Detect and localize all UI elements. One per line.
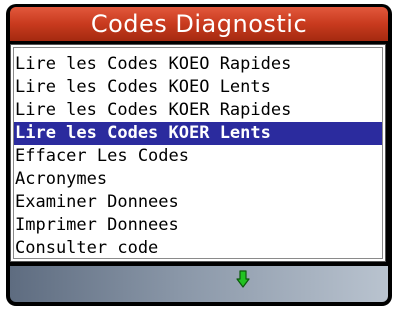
menu-item-koer-lents[interactable]: Lire les Codes KOER Lents: [14, 122, 382, 145]
menu-panel: Lire les Codes KOEO Rapides Lire les Cod…: [10, 44, 386, 262]
menu-item-imprimer-donnees[interactable]: Imprimer Donnees: [14, 214, 382, 237]
page-title: Codes Diagnostic: [10, 7, 388, 41]
menu-item-koeo-rapides[interactable]: Lire les Codes KOEO Rapides: [14, 53, 382, 76]
menu-item-acronymes[interactable]: Acronymes: [14, 168, 382, 191]
scan-tool-screen: Codes Diagnostic Lire les Codes KOEO Rap…: [6, 4, 392, 306]
menu-item-examiner-donnees[interactable]: Examiner Donnees: [14, 191, 382, 214]
menu-frame: Lire les Codes KOEO Rapides Lire les Cod…: [13, 47, 383, 259]
menu-item-effacer-codes[interactable]: Effacer Les Codes: [14, 145, 382, 168]
footer-bar: [10, 266, 388, 302]
menu-item-consulter-code[interactable]: Consulter code: [14, 237, 382, 260]
menu-item-koer-rapides[interactable]: Lire les Codes KOER Rapides: [14, 99, 382, 122]
down-arrow-icon[interactable]: [236, 270, 250, 288]
menu-list: Lire les Codes KOEO Rapides Lire les Cod…: [14, 53, 382, 260]
menu-item-koeo-lents[interactable]: Lire les Codes KOEO Lents: [14, 76, 382, 99]
